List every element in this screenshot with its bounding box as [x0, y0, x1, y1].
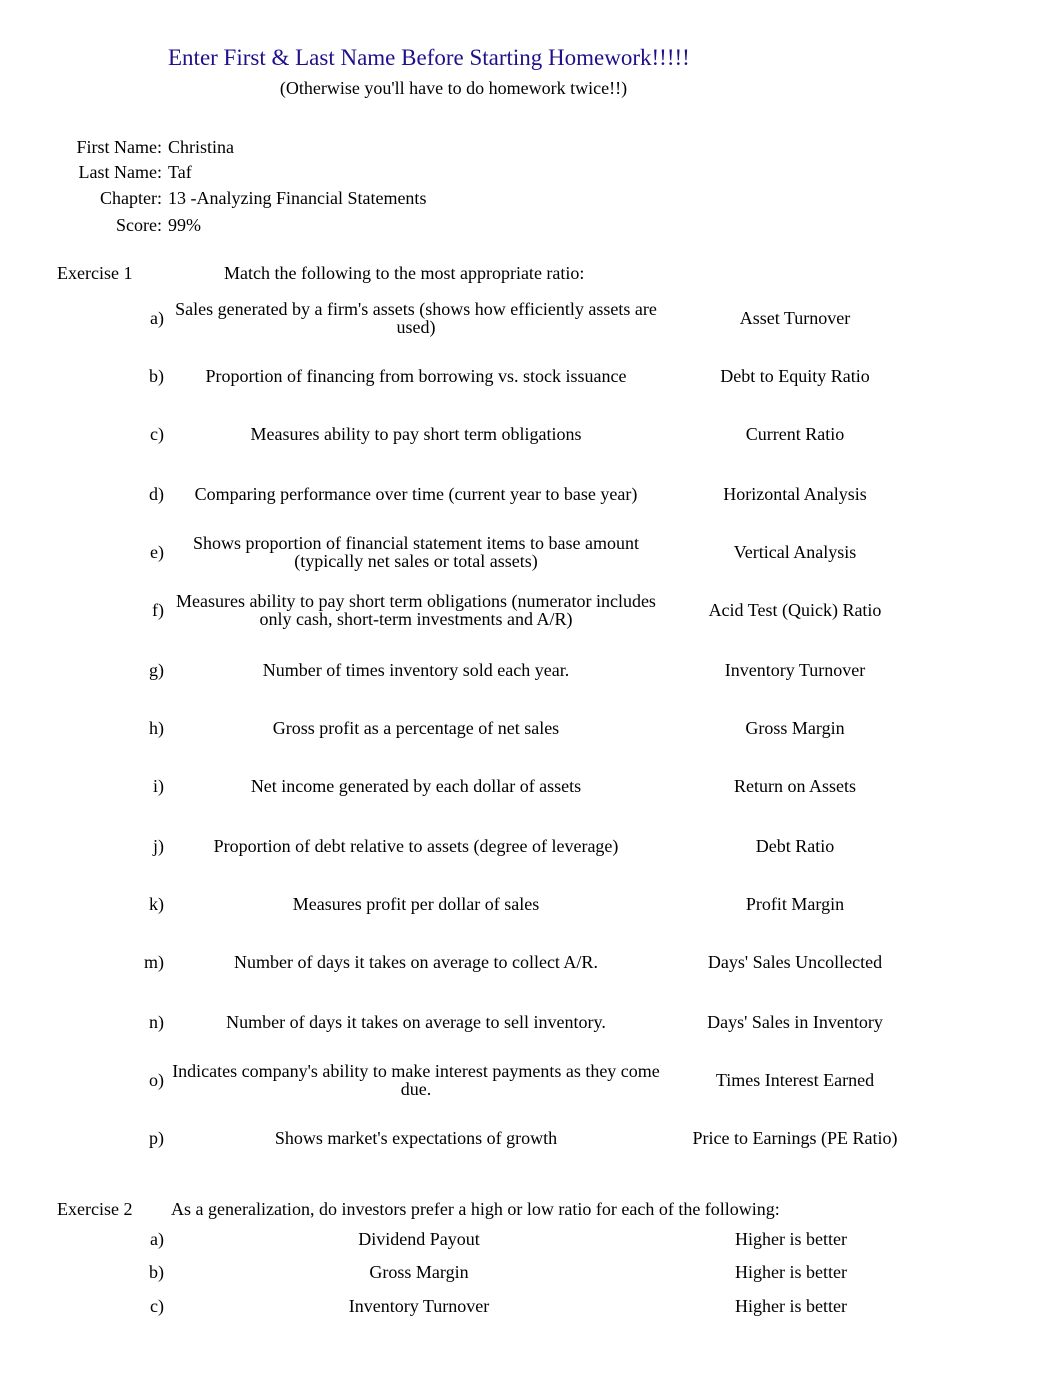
item-description: Proportion of debt relative to assets (d…	[213, 836, 619, 856]
exercise-1-item: e) Shows proportion of financial statemen…	[0, 527, 1062, 577]
page-subtitle: (Otherwise you'll have to do homework tw…	[279, 78, 628, 98]
item-answer[interactable]: Debt to Equity Ratio	[660, 366, 930, 387]
item-description: Measures ability to pay short term oblig…	[250, 424, 582, 444]
item-letter: c)	[150, 1296, 164, 1316]
score-value: 99%	[168, 215, 201, 235]
item-letter: h)	[149, 717, 164, 738]
item-answer[interactable]: Debt Ratio	[660, 836, 930, 857]
exercise-1-instruction: Match the following to the most appropri…	[224, 263, 585, 283]
ratio-name: Gross Margin	[369, 1262, 469, 1282]
item-description: Number of times inventory sold each year…	[262, 660, 570, 680]
item-answer[interactable]: Acid Test (Quick) Ratio	[660, 600, 930, 621]
item-letter: p)	[149, 1127, 164, 1148]
item-description: Shows proportion of financial statement …	[193, 533, 639, 571]
item-description: Number of days it takes on average to se…	[226, 1012, 606, 1032]
item-answer[interactable]: Price to Earnings (PE Ratio)	[660, 1128, 930, 1149]
exercise-1-item: c) Measures ability to pay short term obl…	[0, 409, 1062, 459]
item-letter: b)	[149, 365, 164, 386]
item-answer[interactable]: Inventory Turnover	[660, 660, 930, 681]
item-letter: a)	[150, 307, 164, 328]
item-description: Measures profit per dollar of sales	[292, 894, 540, 914]
item-letter: k)	[149, 893, 164, 914]
exercise-1-item: n) Number of days it takes on average to …	[0, 997, 1062, 1047]
exercise-1-item: h) Gross profit as a percentage of net sa…	[0, 703, 1062, 753]
item-answer[interactable]: Times Interest Earned	[660, 1070, 930, 1091]
exercise-1-item: d) Comparing performance over time (curre…	[0, 469, 1062, 519]
exercise-1-item: a) Sales generated by a firm's assets (sh…	[0, 293, 1062, 343]
exercise-1-item: g) Number of times inventory sold each ye…	[0, 645, 1062, 695]
last-name-field[interactable]: Taf	[168, 162, 192, 183]
item-description: Sales generated by a firm's assets (show…	[175, 299, 657, 337]
ratio-name: Inventory Turnover	[348, 1296, 490, 1316]
item-description: Proportion of financing from borrowing v…	[205, 366, 627, 386]
exercise-1-item: i) Net income generated by each dollar of…	[0, 761, 1062, 811]
page-title: Enter First & Last Name Before Starting …	[168, 45, 690, 70]
item-description: Number of days it takes on average to co…	[234, 952, 598, 972]
item-answer[interactable]: Horizontal Analysis	[660, 484, 930, 505]
first-name-label: First Name:	[76, 137, 163, 157]
score-label: Score:	[116, 215, 162, 235]
ratio-answer[interactable]: Higher is better	[660, 1296, 922, 1317]
item-letter: f)	[152, 599, 164, 620]
item-description: Comparing performance over time (current…	[194, 484, 638, 504]
exercise-2-label: Exercise 2	[57, 1199, 133, 1219]
exercise-1-item: o) Indicates company's ability to make in…	[0, 1055, 1062, 1105]
item-description: Shows market's expectations of growth	[274, 1128, 558, 1148]
item-description: Measures ability to pay short term oblig…	[176, 591, 656, 629]
item-letter: n)	[149, 1011, 164, 1032]
exercise-1-item: f) Measures ability to pay short term obl…	[0, 585, 1062, 635]
exercise-1-item: k) Measures profit per dollar of sales Pro…	[0, 879, 1062, 929]
first-name-field[interactable]: Christina	[168, 137, 234, 158]
ratio-answer[interactable]: Higher is better	[660, 1229, 922, 1250]
item-answer[interactable]: Days' Sales in Inventory	[660, 1012, 930, 1033]
item-answer[interactable]: Gross Margin	[660, 718, 930, 739]
ratio-answer[interactable]: Higher is better	[660, 1262, 922, 1283]
item-answer[interactable]: Current Ratio	[660, 424, 930, 445]
item-letter: d)	[149, 483, 164, 504]
exercise-1-item: b) Proportion of financing from borrowing…	[0, 351, 1062, 401]
item-letter: e)	[150, 541, 164, 562]
exercise-2-instruction: As a generalization, do investors prefer…	[171, 1199, 780, 1219]
item-letter: g)	[149, 659, 164, 680]
item-letter: j)	[153, 835, 164, 856]
item-answer[interactable]: Profit Margin	[660, 894, 930, 915]
item-letter: i)	[153, 775, 164, 796]
item-description: Gross profit as a percentage of net sale…	[272, 718, 560, 738]
chapter-value: 13 -Analyzing Financial Statements	[168, 188, 427, 208]
last-name-label: Last Name:	[78, 162, 162, 182]
exercise-1-label: Exercise 1	[57, 263, 133, 283]
item-answer[interactable]: Vertical Analysis	[660, 542, 930, 563]
item-answer[interactable]: Asset Turnover	[660, 308, 930, 329]
item-description: Net income generated by each dollar of a…	[250, 776, 582, 796]
item-description: Indicates company's ability to make inte…	[172, 1061, 660, 1099]
exercise-1-item: j) Proportion of debt relative to assets …	[0, 821, 1062, 871]
exercise-1-item: m) Number of days it takes on average to …	[0, 937, 1062, 987]
item-letter: o)	[149, 1069, 164, 1090]
item-answer[interactable]: Return on Assets	[660, 776, 930, 797]
item-letter: b)	[149, 1262, 164, 1282]
item-letter: a)	[150, 1229, 164, 1249]
chapter-label: Chapter:	[100, 188, 162, 208]
item-letter: m)	[144, 951, 164, 972]
ratio-name: Dividend Payout	[358, 1229, 480, 1249]
item-answer[interactable]: Days' Sales Uncollected	[660, 952, 930, 973]
exercise-1-item: p) Shows market's expectations of growth P…	[0, 1113, 1062, 1163]
item-letter: c)	[150, 423, 164, 444]
